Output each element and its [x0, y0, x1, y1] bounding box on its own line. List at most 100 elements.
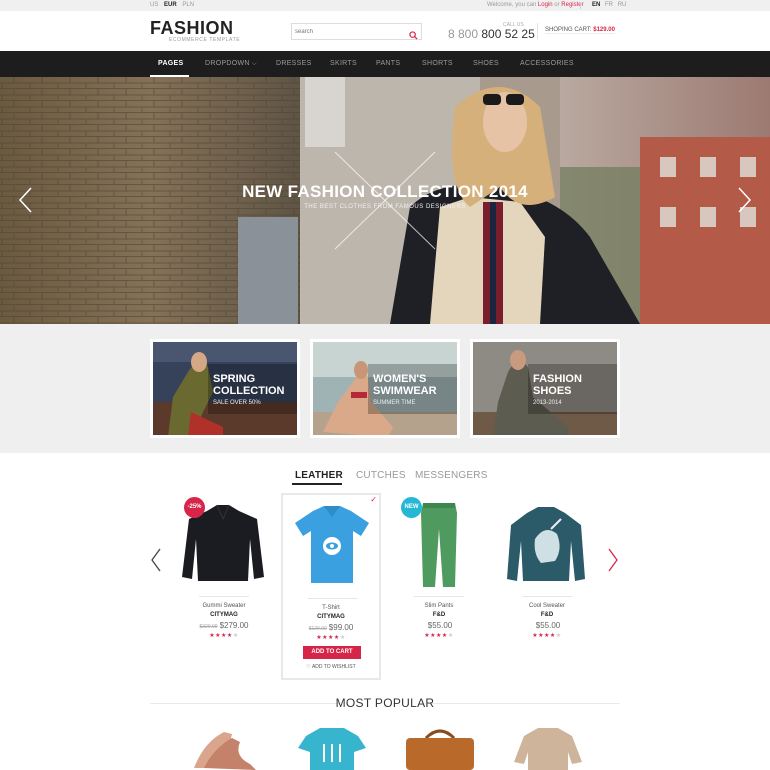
language-switcher: EN FR RU: [592, 2, 629, 8]
nav-item-pages[interactable]: PAGES: [158, 60, 184, 67]
product-rating: ★★★★★: [424, 633, 454, 639]
banner-spring-collection[interactable]: SPRING COLLECTION SALE OVER 50%: [150, 339, 300, 438]
banner-title-line2: SHOES: [533, 385, 572, 397]
product-current-price: $279.00: [219, 621, 249, 630]
heart-icon: ♡: [306, 664, 311, 670]
product-card[interactable]: -25% Gummi Sweater CITYMAG $329.00 $279.0…: [174, 493, 274, 680]
product-brand: CITYMAG: [210, 612, 238, 618]
logo-subtitle: ECOMMERCE TEMPLATE: [169, 37, 241, 43]
chevron-left-icon: [18, 187, 32, 213]
main-nav: PAGES DROPDOWN ⌵ DRESSES SKIRTS PANTS SH…: [0, 51, 770, 77]
nav-item-pants[interactable]: PANTS: [376, 60, 400, 67]
search-icon[interactable]: [409, 27, 418, 40]
banner-title: WOMEN'S SWIMWEAR: [373, 373, 437, 397]
products-next-button[interactable]: [607, 548, 619, 572]
banner-title: SPRING COLLECTION: [213, 373, 285, 397]
nav-item-shorts[interactable]: SHORTS: [422, 60, 453, 67]
product-price: $129.00 $99.00: [283, 623, 379, 632]
product-name[interactable]: T-Shirt: [283, 605, 379, 611]
banner-title-line1: SPRING: [213, 373, 256, 385]
hero-slider: NEW FASHION COLLECTION 2014 THE BEST CLO…: [0, 77, 770, 324]
hero-title: NEW FASHION COLLECTION 2014: [242, 182, 528, 201]
nav-item-dresses[interactable]: DRESSES: [276, 60, 312, 67]
product-old-price: $129.00: [308, 626, 327, 632]
banner-title-line1: FASHION: [533, 373, 582, 385]
welcome-prefix: Welcome, you can: [487, 2, 537, 8]
hero-prev-button[interactable]: [18, 187, 34, 213]
currency-eur[interactable]: EUR: [164, 2, 177, 8]
product-brand: F&D: [432, 612, 446, 618]
popular-item-bag[interactable]: [400, 722, 480, 770]
chevron-right-icon: [738, 187, 752, 213]
popular-item-shoes[interactable]: [184, 722, 264, 770]
language-fr[interactable]: FR: [605, 2, 613, 8]
tab-messengers[interactable]: MESSENGERS: [415, 470, 488, 481]
site-logo[interactable]: FASHION: [150, 18, 234, 39]
currency-us[interactable]: US: [150, 2, 158, 8]
product-image: [514, 728, 582, 770]
popular-item-sweater[interactable]: [508, 722, 588, 770]
product-rating: ★★★★★: [316, 635, 346, 641]
nav-item-shoes[interactable]: SHOES: [473, 60, 499, 67]
product-card[interactable]: Cool Sweater F&D $55.00 ★★★★★: [497, 493, 597, 680]
wishlist-label: ADD TO WISHLIST: [311, 664, 356, 670]
nav-item-dropdown[interactable]: DROPDOWN ⌵: [205, 60, 257, 68]
product-current-price: $55.00: [535, 621, 561, 630]
product-name[interactable]: Cool Sweater: [497, 603, 597, 609]
hero-subtitle: THE BEST CLOTHES FROM FAMOUS DESIGNERS: [304, 204, 466, 210]
nav-item-dropdown-label: DROPDOWN: [205, 60, 250, 67]
banner-title: FASHION SHOES: [533, 373, 582, 397]
phone-prefix: 8 800: [448, 27, 479, 41]
currency-switcher: US EUR PLN: [150, 2, 198, 8]
add-to-cart-button[interactable]: ADD TO CART: [303, 646, 361, 659]
popular-item-tshirt[interactable]: [292, 722, 372, 770]
language-ru[interactable]: RU: [618, 2, 627, 8]
product-image: [194, 732, 256, 770]
product-price: $55.00: [389, 621, 489, 630]
product-tabs: LEATHER CUTCHES MESSENGERS: [0, 468, 770, 486]
product-price: $55.00: [497, 621, 597, 630]
currency-pln[interactable]: PLN: [182, 2, 194, 8]
product-divider: [522, 596, 572, 597]
language-en[interactable]: EN: [592, 2, 600, 8]
cart-label: SHOPING CART:: [545, 27, 592, 33]
product-rating: ★★★★★: [209, 633, 239, 639]
tab-active-indicator: [292, 483, 342, 485]
product-image: [406, 729, 474, 770]
banner-subtitle: 2013-2014: [533, 400, 562, 406]
product-card[interactable]: NEW Slim Pants F&D $55.00 ★★★★★: [389, 493, 489, 680]
login-link[interactable]: Login: [538, 2, 553, 8]
header-divider: [537, 23, 538, 39]
product-image: [507, 507, 585, 581]
promo-banners: SPRING COLLECTION SALE OVER 50% WOMEN'S SW…: [0, 324, 770, 453]
products-prev-button[interactable]: [150, 548, 162, 572]
hero-next-button[interactable]: [736, 187, 752, 213]
banner-womens-swimwear[interactable]: WOMEN'S SWIMWEAR SUMMER TIME: [310, 339, 460, 438]
product-brand: CITYMAG: [317, 614, 345, 620]
tab-cutches[interactable]: CUTCHES: [356, 470, 406, 481]
banner-fashion-shoes[interactable]: FASHION SHOES 2013-2014: [470, 339, 620, 438]
top-bar: US EUR PLN Welcome, you can Login or Reg…: [0, 0, 770, 11]
product-price: $329.00 $279.00: [174, 621, 274, 630]
product-divider: [199, 596, 249, 597]
sale-badge: -25%: [184, 497, 205, 518]
product-rating: ★★★★★: [532, 633, 562, 639]
product-card-featured[interactable]: ✓ T-Shirt CITYMAG $129.00 $99.00 ★★★★★ AD…: [281, 493, 381, 680]
banner-title-line1: WOMEN'S: [373, 373, 427, 385]
chevron-left-icon: [151, 548, 161, 572]
phone-number: 8 800 800 52 25: [448, 27, 535, 41]
product-name[interactable]: Slim Pants: [389, 603, 489, 609]
product-divider: [414, 596, 464, 597]
tab-leather[interactable]: LEATHER: [295, 470, 343, 481]
add-to-wishlist-link[interactable]: ♡ ADD TO WISHLIST: [283, 664, 379, 670]
nav-item-skirts[interactable]: SKIRTS: [330, 60, 357, 67]
search-input[interactable]: [295, 26, 405, 37]
site-header: FASHION ECOMMERCE TEMPLATE CALL US 8 800…: [0, 11, 770, 51]
chevron-right-icon: [608, 548, 618, 572]
product-name[interactable]: Gummi Sweater: [174, 603, 274, 609]
shopping-cart[interactable]: SHOPING CART: $129.00: [545, 27, 615, 34]
banner-title-line2: COLLECTION: [213, 385, 285, 397]
phone-main: 800 52 25: [481, 27, 535, 41]
product-image: [298, 728, 366, 770]
nav-item-accessories[interactable]: ACCESSORIES: [520, 60, 574, 67]
